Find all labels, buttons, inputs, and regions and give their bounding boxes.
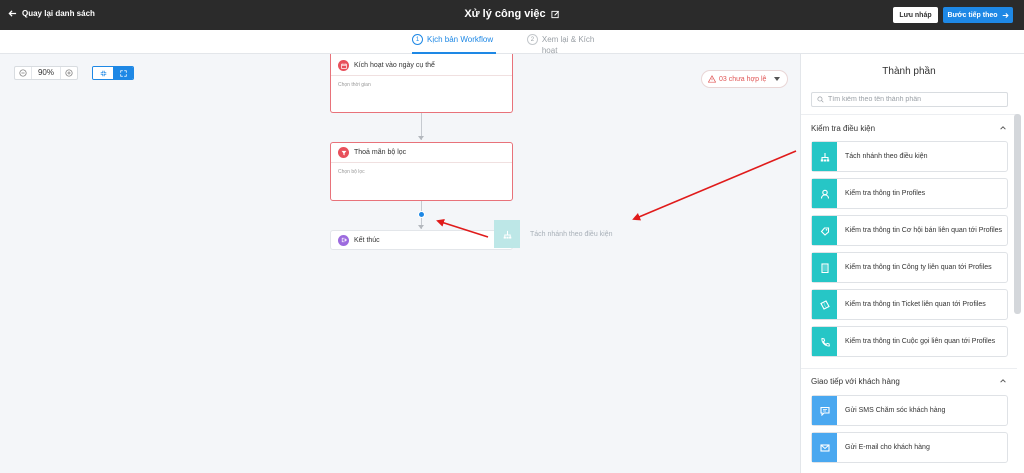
branch-icon [494,220,520,248]
minus-circle-icon [19,69,27,77]
step-number: 2 [527,34,538,45]
ticket-icon [812,290,837,319]
plus-circle-icon [65,69,73,77]
component-label: Kiểm tra thông tin Profiles [845,190,926,197]
zoom-out-button[interactable] [15,67,31,79]
node-header: Kích hoạt vào ngày cụ thể [331,56,512,76]
component-label: Kiểm tra thông tin Công ty liên quan tới… [845,264,992,271]
connector-arrow [418,136,424,140]
top-bar: Quay lại danh sách Xử lý công việc Lưu n… [0,0,1024,30]
components-panel: Thành phần Kiểm tra điều kiện Tách nhánh… [800,54,1024,473]
filter-node[interactable]: Thoả mãn bộ lọc Chọn bộ lọc [330,142,513,201]
section-header-conditions[interactable]: Kiểm tra điều kiện [811,121,1007,135]
component-label: Gửi SMS Chăm sóc khách hàng [845,407,946,414]
component-label: Kiểm tra thông tin Cuộc gọi liên quan tớ… [845,338,996,345]
email-icon [812,433,837,462]
section-title: Kiểm tra điều kiện [811,123,876,133]
section-title: Giao tiếp với khách hàng [811,376,900,386]
arrow-right-icon [1002,12,1009,18]
trigger-node[interactable]: Kích hoạt vào ngày cụ thể Chọn thời gian [330,54,513,113]
panel-title: Thành phần [882,66,936,77]
workflow-title-text: Xử lý công việc [464,8,546,20]
dragged-component-ghost[interactable]: Tách nhánh theo điều kiện [494,220,619,248]
invalid-count-dropdown[interactable]: 03 chưa hợp lệ [701,70,788,88]
drag-ghost-label: Tách nhánh theo điều kiện [530,230,613,238]
component-item-profiles[interactable]: Kiểm tra thông tin Profiles [811,178,1008,209]
zoom-in-button[interactable] [61,67,77,79]
component-label: Kiểm tra thông tin Cơ hội bán liên quan … [845,227,1003,234]
next-step-label: Bước tiếp theo [947,11,998,19]
collapse-icon [100,70,106,76]
save-draft-button[interactable]: Lưu nháp [893,7,938,23]
zoom-level: 90% [31,67,61,79]
expand-icon [119,69,127,77]
warning-icon [708,75,716,83]
tab-workflow-script[interactable]: 1 Kịch bản Workflow [412,34,496,54]
node-title: Thoả mãn bộ lọc [354,149,407,156]
zoom-control: 90% [14,66,78,80]
search-icon [817,96,824,103]
back-button[interactable]: Quay lại danh sách [8,9,95,18]
node-header: Thoả mãn bộ lọc [331,143,512,163]
component-search-input[interactable] [828,96,998,103]
fit-view-button[interactable] [93,67,113,79]
building-icon [812,253,837,282]
component-item-ticket[interactable]: Kiểm tra thông tin Ticket liên quan tới … [811,289,1008,320]
component-item-sms[interactable]: Gửi SMS Chăm sóc khách hàng [811,395,1008,426]
end-node[interactable]: Kết thúc [330,230,513,250]
invalid-count-label: 03 chưa hợp lệ [719,75,767,83]
step-label: Kịch bản Workflow [427,35,494,44]
edit-icon[interactable] [551,10,560,19]
panel-scrollbar[interactable] [1014,114,1021,314]
workflow-title: Xử lý công việc [464,8,559,20]
arrow-left-icon [8,10,17,17]
chevron-up-icon [1000,379,1006,383]
component-search [811,92,1008,107]
node-title: Kích hoạt vào ngày cụ thể [354,62,435,69]
phone-icon [812,327,837,356]
component-item-call[interactable]: Kiểm tra thông tin Cuộc gọi liên quan tớ… [811,326,1008,357]
step-label: Xem lại & Kích hoạt [541,35,595,55]
opportunity-icon [812,216,837,245]
node-subtitle: Chọn thời gian [338,82,371,88]
connector-arrow [418,225,424,229]
branch-icon [812,142,837,171]
divider [801,368,1017,369]
component-item-company[interactable]: Kiểm tra thông tin Công ty liên quan tới… [811,252,1008,283]
steps-bar: 1 Kịch bản Workflow 2 Xem lại & Kích hoạ… [0,30,1024,55]
component-item-email[interactable]: Gửi E-mail cho khách hàng [811,432,1008,463]
node-title: Kết thúc [354,236,380,244]
component-item-branch[interactable]: Tách nhánh theo điều kiện [811,141,1008,172]
workflow-canvas[interactable]: 90% 03 chưa hợp lệ Kích hoạt vào ngày cụ… [0,54,800,473]
step-number: 1 [412,34,423,45]
divider [801,114,1017,115]
node-subtitle: Chọn bộ lọc [338,169,365,175]
exit-icon [338,234,349,246]
tab-review-activate[interactable]: 2 Xem lại & Kích hoạt [527,34,611,55]
component-label: Kiểm tra thông tin Ticket liên quan tới … [845,301,986,308]
view-mode-control [92,66,134,80]
insert-node-point[interactable] [418,211,425,218]
section-header-communication[interactable]: Giao tiếp với khách hàng [811,374,1007,388]
component-label: Tách nhánh theo điều kiện [845,153,928,160]
component-label: Gửi E-mail cho khách hàng [845,444,930,451]
caret-down-icon [774,77,780,81]
sms-icon [812,396,837,425]
component-item-opportunity[interactable]: Kiểm tra thông tin Cơ hội bán liên quan … [811,215,1008,246]
user-icon [812,179,837,208]
filter-icon [338,147,349,158]
back-label: Quay lại danh sách [22,9,95,18]
next-step-button[interactable]: Bước tiếp theo [943,7,1013,23]
fullscreen-button[interactable] [113,67,133,79]
calendar-icon [338,60,349,71]
chevron-up-icon [1000,126,1006,130]
